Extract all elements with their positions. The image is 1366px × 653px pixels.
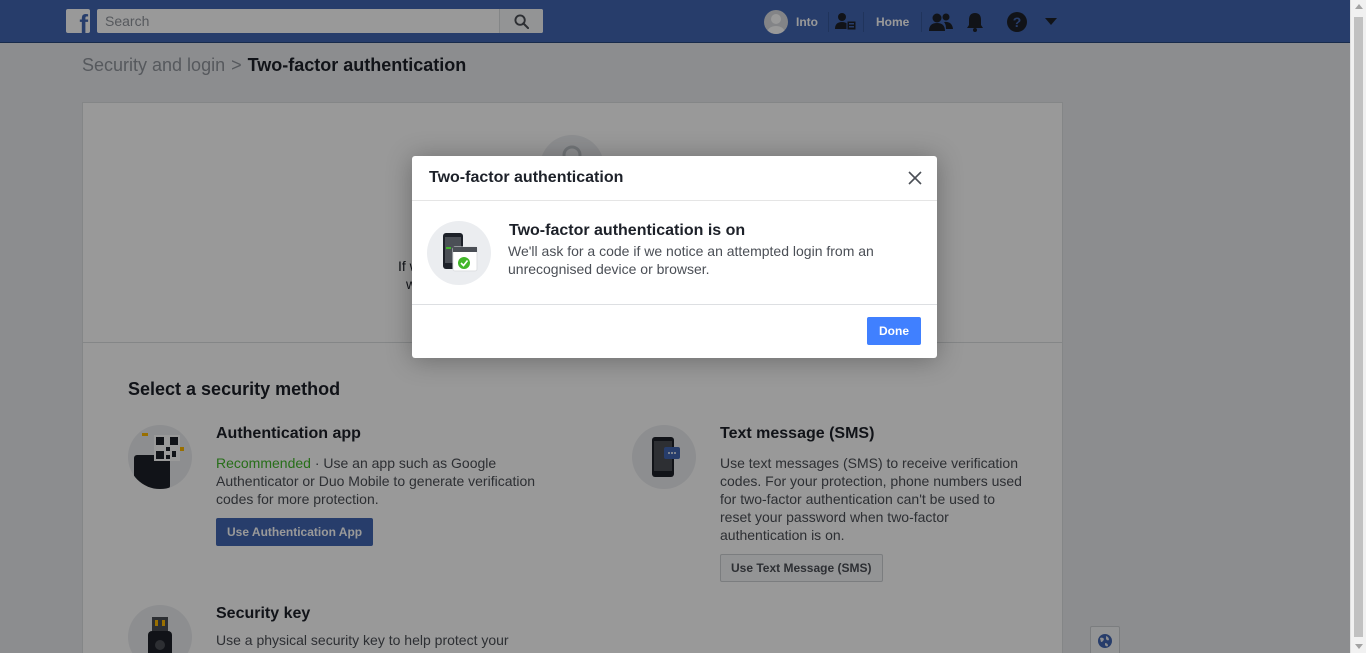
modal-header: Two-factor authentication — [412, 156, 937, 201]
scroll-up-arrow-icon[interactable] — [1355, 4, 1363, 9]
modal-footer: Done — [412, 305, 937, 357]
two-factor-modal: Two-factor authentication Two-factor aut… — [412, 156, 937, 358]
phone-check-illustration — [427, 221, 491, 285]
phone-check-icon — [443, 233, 478, 272]
close-icon — [908, 171, 922, 185]
modal-description: We'll ask for a code if we notice an att… — [508, 243, 874, 277]
vertical-scrollbar[interactable] — [1350, 0, 1366, 653]
modal-title: Two-factor authentication — [429, 169, 624, 186]
done-button[interactable]: Done — [867, 317, 921, 345]
modal-heading: Two-factor authentication is on — [509, 222, 746, 239]
scroll-thumb[interactable] — [1354, 17, 1363, 637]
modal-body: Two-factor authentication is on We'll as… — [412, 201, 937, 305]
scroll-down-arrow-icon[interactable] — [1355, 644, 1363, 649]
close-button[interactable] — [905, 168, 925, 188]
